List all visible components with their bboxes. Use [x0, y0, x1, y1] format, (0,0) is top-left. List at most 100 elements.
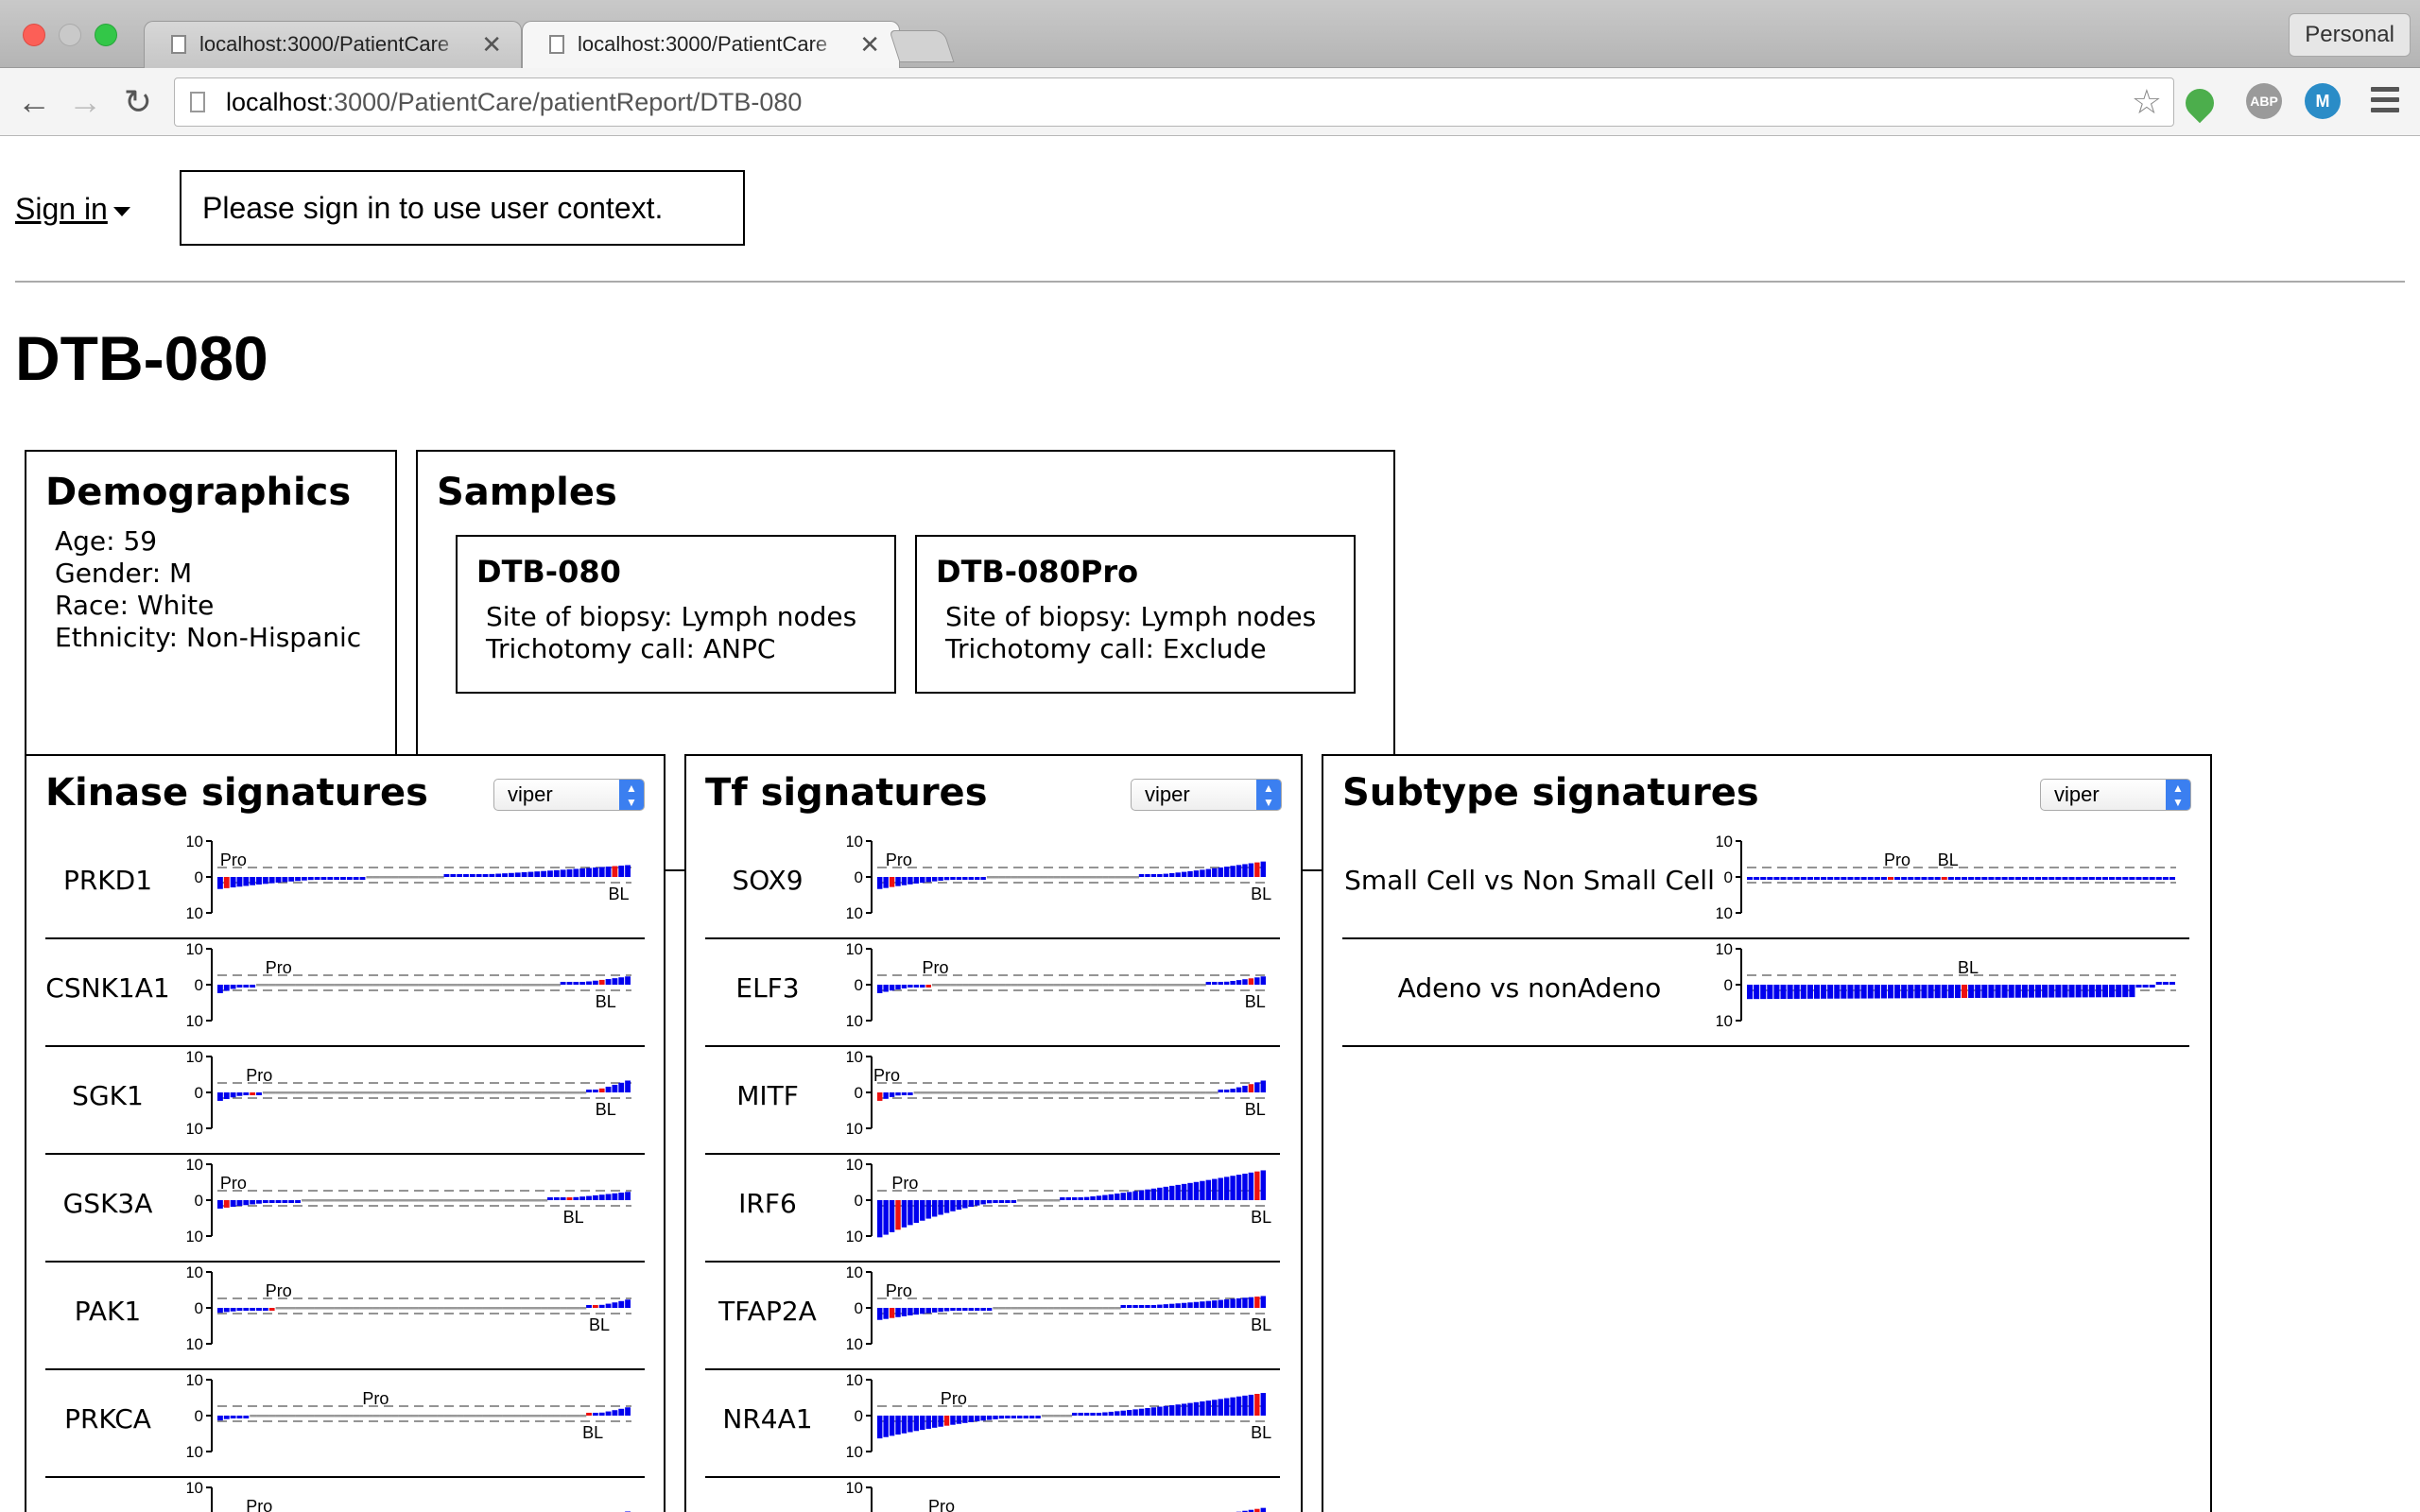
chart-bar-neutral [553, 1415, 561, 1418]
browser-tab-active[interactable]: localhost:3000/PatientCare ✕ [522, 21, 900, 68]
bookmark-star-icon[interactable]: ☆ [2132, 82, 2162, 122]
chart-bar [998, 1416, 1005, 1419]
chart-bar-neutral [379, 1415, 387, 1418]
chart-bar-neutral [968, 984, 976, 987]
chart-bar-neutral [1078, 1307, 1085, 1310]
minimize-window-icon[interactable] [59, 24, 81, 46]
chart-bar [925, 1416, 931, 1429]
chart-bar [1874, 985, 1880, 999]
chart-bar-neutral [1047, 876, 1054, 879]
chart-bar [450, 874, 457, 877]
chart-bar [598, 979, 605, 985]
chart-bar [908, 985, 913, 988]
tick-label-mid: 0 [195, 1299, 203, 1317]
chart-bar-neutral [1023, 1307, 1030, 1310]
chart-bar-neutral [327, 1091, 335, 1094]
demographics-age: Age: 59 [55, 525, 158, 557]
chart-bar [925, 1308, 931, 1314]
reload-icon[interactable]: ↻ [117, 81, 159, 123]
chart-bar [1827, 985, 1834, 999]
extension-m-icon[interactable]: M [2305, 83, 2341, 119]
close-window-icon[interactable] [23, 24, 45, 46]
chart-bar [2008, 877, 2014, 880]
chart-bar [243, 1416, 250, 1418]
back-arrow-icon[interactable]: ← [13, 81, 55, 123]
chart-bar [592, 868, 598, 877]
chart-bar [1867, 985, 1874, 999]
chart-bar [275, 877, 282, 883]
chart-bar [1083, 1196, 1090, 1200]
chart-bar-neutral [411, 984, 419, 987]
chart-bar-neutral [385, 1091, 392, 1094]
chart-bar-neutral [1163, 984, 1170, 987]
chart-bar [901, 1416, 908, 1434]
chart-bar [2169, 982, 2175, 985]
chart-bar [1090, 1196, 1096, 1200]
forward-arrow-icon[interactable]: → [64, 81, 106, 123]
chart-bar-neutral [1005, 1307, 1011, 1310]
chart-bar [489, 873, 495, 877]
chart-bar [1163, 1304, 1168, 1308]
chart-bar [217, 1200, 223, 1209]
chart-bar-neutral [1017, 1307, 1024, 1310]
url-text[interactable]: localhost:3000/PatientCare/patientReport… [226, 78, 802, 126]
chart-bar-neutral [1145, 984, 1151, 987]
select-arrows-icon: ▲ ▼ [619, 780, 644, 810]
chart-bar [1968, 985, 1975, 999]
tab-close-icon[interactable]: ✕ [859, 22, 880, 67]
new-tab-button[interactable] [889, 30, 955, 62]
chart-bar [1193, 1301, 1200, 1308]
chart-bar [1150, 1407, 1157, 1416]
chart-bar-neutral [1083, 1307, 1091, 1310]
chart-bar [618, 1408, 625, 1416]
chart-bar [920, 985, 925, 988]
tick-label-bottom: -10 [187, 1228, 203, 1246]
method-select[interactable]: viper ▲ ▼ [2040, 779, 2191, 811]
chart-bar [1880, 877, 1887, 880]
chart-bar-neutral [527, 984, 535, 987]
chart-bar-neutral [463, 984, 471, 987]
chart-bar-neutral [1011, 1307, 1018, 1310]
chart-bar [877, 1092, 883, 1101]
signin-dropdown[interactable]: Sign in [15, 192, 130, 227]
waterfall-chart: 10 0 -10 Pro BL [847, 1371, 1271, 1461]
chart-bar-neutral [1072, 876, 1079, 879]
chart-bar-neutral [1108, 1091, 1115, 1094]
chart-bar [334, 877, 340, 880]
chart-bar [282, 877, 288, 883]
method-select[interactable]: viper ▲ ▼ [1131, 779, 1282, 811]
chart-bar [1962, 985, 1968, 999]
chart-bar-neutral [314, 1415, 321, 1418]
tab-close-icon[interactable]: ✕ [481, 22, 502, 67]
address-bar[interactable]: localhost:3000/PatientCare/patientReport… [174, 77, 2174, 127]
chart-bar [1065, 1197, 1071, 1200]
adblock-extension-icon[interactable]: ABP [2246, 83, 2282, 119]
chart-bar [2088, 985, 2095, 998]
chart-bar [901, 877, 908, 885]
tick-label-mid: 0 [195, 1192, 203, 1210]
chart-bar [1754, 877, 1760, 880]
browser-tab[interactable]: localhost:3000/PatientCare ✕ [144, 21, 522, 68]
profile-button[interactable]: Personal [2289, 13, 2411, 57]
chart-bar-neutral [457, 984, 464, 987]
demographics-ethnicity: Ethnicity: Non-Hispanic [55, 622, 362, 653]
chart-bar [1218, 1399, 1223, 1416]
chart-bar-neutral [1078, 876, 1085, 879]
chart-bar [1887, 877, 1894, 880]
method-select[interactable]: viper ▲ ▼ [493, 779, 645, 811]
chart-bar-neutral [469, 1307, 476, 1310]
chart-bar [1254, 1393, 1260, 1416]
chart-bar-neutral [495, 984, 503, 987]
menu-icon[interactable] [2371, 87, 2399, 115]
chart-bar-neutral [1138, 1091, 1146, 1094]
maximize-window-icon[interactable] [95, 24, 117, 46]
browser-toolbar: ← → ↻ localhost:3000/PatientCare/patient… [0, 68, 2420, 136]
chart-bar [1254, 1171, 1260, 1200]
pro-marker-label: Pro [246, 1066, 272, 1085]
bl-marker-label: BL [1938, 850, 1959, 869]
evernote-extension-icon[interactable] [2179, 82, 2221, 124]
chart-bar [895, 1416, 901, 1435]
chart-bar [1212, 868, 1218, 877]
chart-bar [230, 877, 236, 888]
chart-bar [243, 877, 250, 886]
